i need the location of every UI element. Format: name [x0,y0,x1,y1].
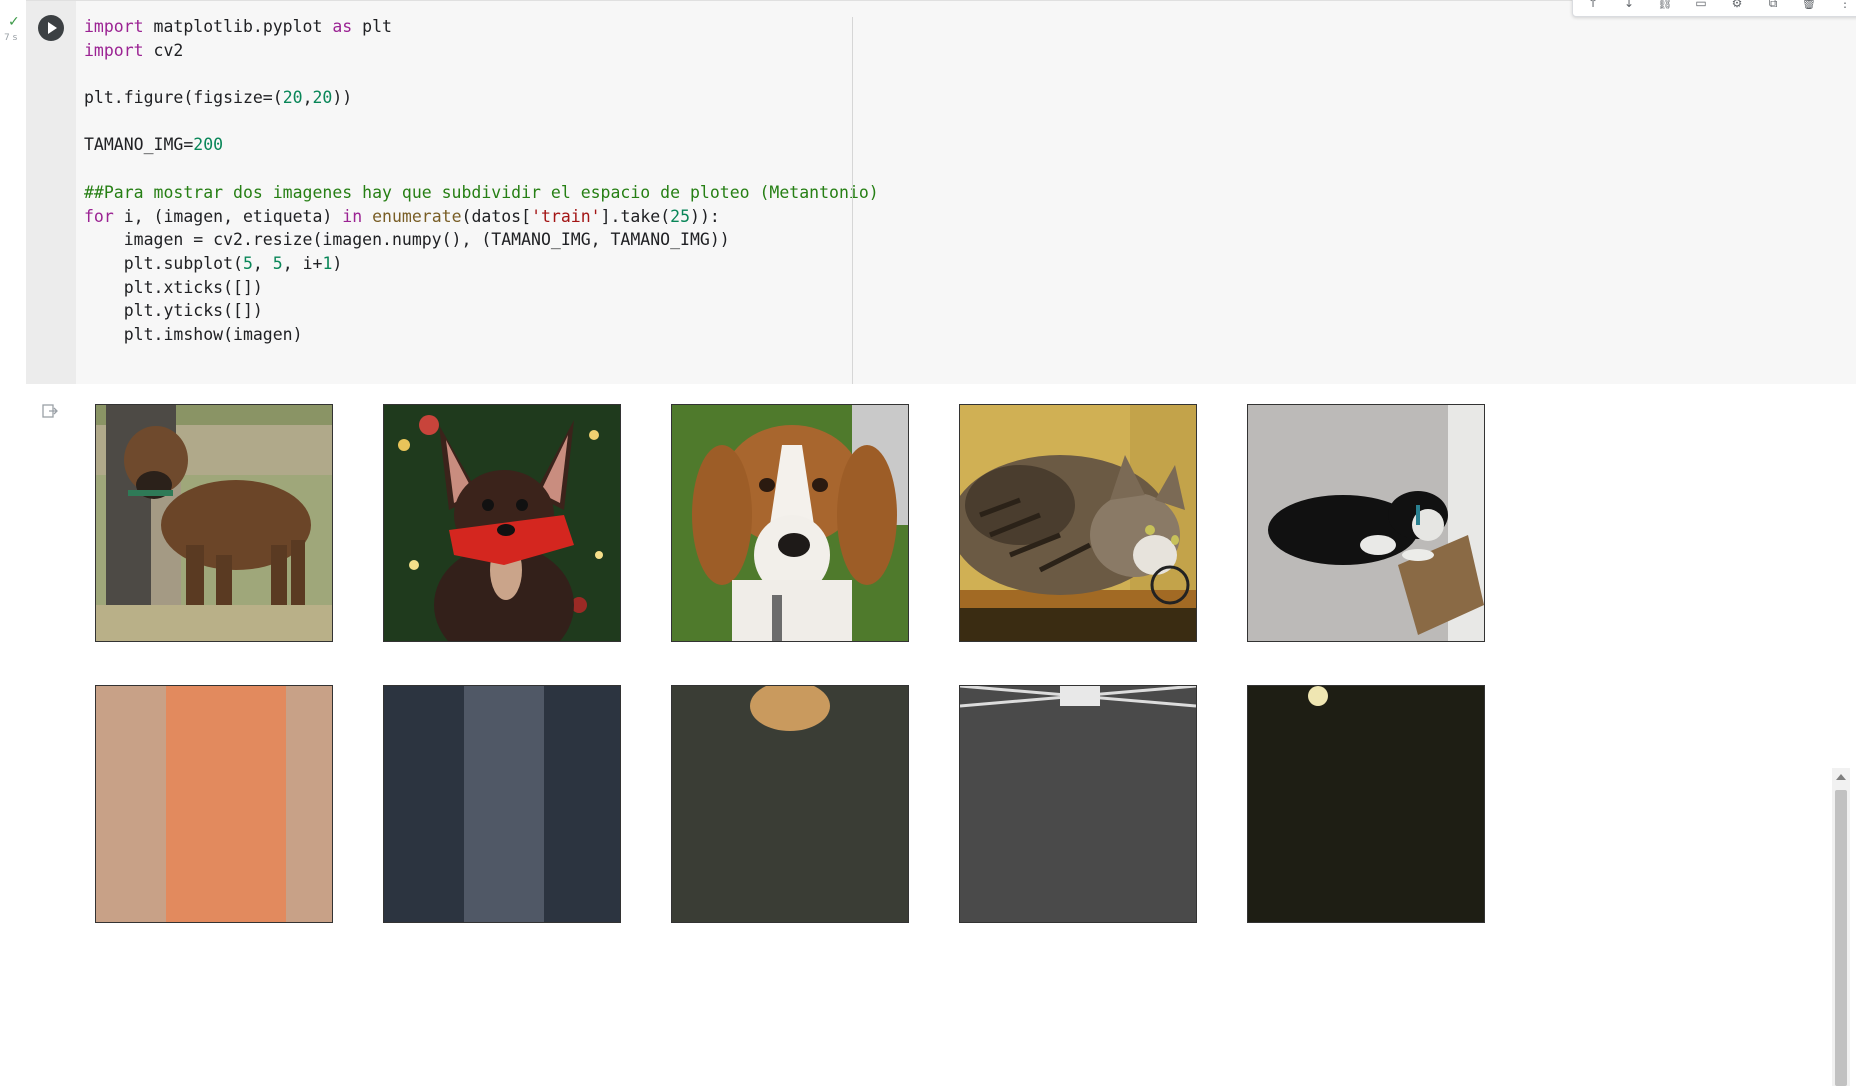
code-token: 5 [272,253,283,273]
code-token: imagen = cv2.resize(imagen.numpy(), (TAM… [84,230,730,250]
code-token: 1 [322,253,333,273]
output-clear-icon[interactable] [42,403,58,419]
code-token: TAMANO_IMG= [84,135,194,155]
execution-time: 7 s [4,33,18,43]
code-token: ) [332,253,343,273]
delete-icon[interactable]: 🗑 [1801,0,1817,9]
execution-success-icon: ✓ [8,14,20,30]
code-token: 20 [282,88,303,108]
code-token: enumerate [372,206,462,226]
code-token: plt [352,17,392,36]
play-icon [48,22,57,34]
code-token: (datos[ [461,206,532,226]
code-token: plt.yticks([]) [84,301,263,321]
code-token: , [302,88,313,108]
scroll-thumb[interactable] [1835,790,1847,1086]
chihuahua-image [383,404,621,642]
code-token: )) [332,88,353,108]
code-line[interactable]: plt.imshow(imagen) [84,323,879,347]
code-token: for [84,206,114,226]
row2-image-1 [95,685,333,923]
row2-image-2 [383,685,621,923]
code-line[interactable]: import cv2 [84,39,879,63]
link-icon[interactable]: ⛓ [1657,0,1673,9]
code-token: import [84,40,144,60]
cell-output [26,384,1856,1086]
output-scrollbar[interactable] [1832,768,1850,1086]
code-token: 5 [242,253,253,273]
row2-image-4 [959,685,1197,923]
code-token: 200 [193,135,224,155]
cell-toolbar: ↑ ↓ ⛓ ▭ ⚙ ⧉ 🗑 ⋮ [1572,0,1856,17]
code-token: , [252,253,273,273]
code-line[interactable]: for i, (imagen, etiqueta) in enumerate(d… [84,205,879,229]
code-token: ].take( [600,206,671,226]
move-up-icon[interactable]: ↑ [1585,0,1601,9]
code-token: matplotlib.pyplot [143,17,333,36]
line-length-ruler [852,17,853,385]
code-token: in [342,206,363,226]
code-token: 'train' [531,206,601,226]
beagle-image [671,404,909,642]
row2-image-3 [671,685,909,923]
code-line[interactable]: TAMANO_IMG=200 [84,133,879,157]
code-line[interactable] [84,62,879,86]
code-line[interactable]: plt.yticks([]) [84,299,879,323]
code-token: )): [690,206,720,226]
scroll-up-arrow-icon[interactable] [1836,774,1846,780]
code-token: 20 [312,88,333,108]
boxer-dog-image [95,404,333,642]
cell-gutter: ✓ 7 s [0,0,26,702]
code-token: plt.subplot( [84,253,243,273]
code-line[interactable]: plt.figure(figsize=(20,20)) [84,86,879,110]
code-editor[interactable]: import matplotlib.pyplot as plt import cv… [84,15,879,347]
code-line[interactable]: imagen = cv2.resize(imagen.numpy(), (TAM… [84,228,879,252]
code-token: plt.figure(figsize=( [84,88,283,108]
tabby-cat-image [959,404,1197,642]
code-editor-area[interactable]: import matplotlib.pyplot as plt import cv… [26,0,1856,385]
code-line[interactable] [84,157,879,181]
code-token: i, (imagen, etiqueta) [113,206,343,226]
code-line[interactable]: plt.xticks([]) [84,276,879,300]
code-token: plt.imshow(imagen) [84,324,303,344]
code-line[interactable]: ##Para mostrar dos imagenes hay que subd… [84,181,879,205]
code-token: as [332,17,353,36]
code-token: cv2 [143,40,184,60]
code-line[interactable]: plt.subplot(5, 5, i+1) [84,252,879,276]
code-line[interactable]: import matplotlib.pyplot as plt [84,15,879,39]
cell-left-rail [26,1,76,385]
code-token: ##Para mostrar dos imagenes hay que subd… [84,182,879,202]
code-token: 25 [670,206,691,226]
code-token: import [84,17,144,36]
move-down-icon[interactable]: ↓ [1621,0,1637,9]
black-white-dog-image [1247,404,1485,642]
code-line[interactable] [84,110,879,134]
code-token: plt.xticks([]) [84,277,263,297]
more-options-icon[interactable]: ⋮ [1837,0,1853,9]
run-cell-button[interactable] [38,15,64,41]
code-token: , i+ [282,253,323,273]
settings-icon[interactable]: ⚙ [1729,0,1745,9]
comment-icon[interactable]: ▭ [1693,0,1709,9]
row2-image-5 [1247,685,1485,923]
code-cell[interactable]: import matplotlib.pyplot as plt import cv… [26,0,1856,1086]
mirror-cell-icon[interactable]: ⧉ [1765,0,1781,9]
